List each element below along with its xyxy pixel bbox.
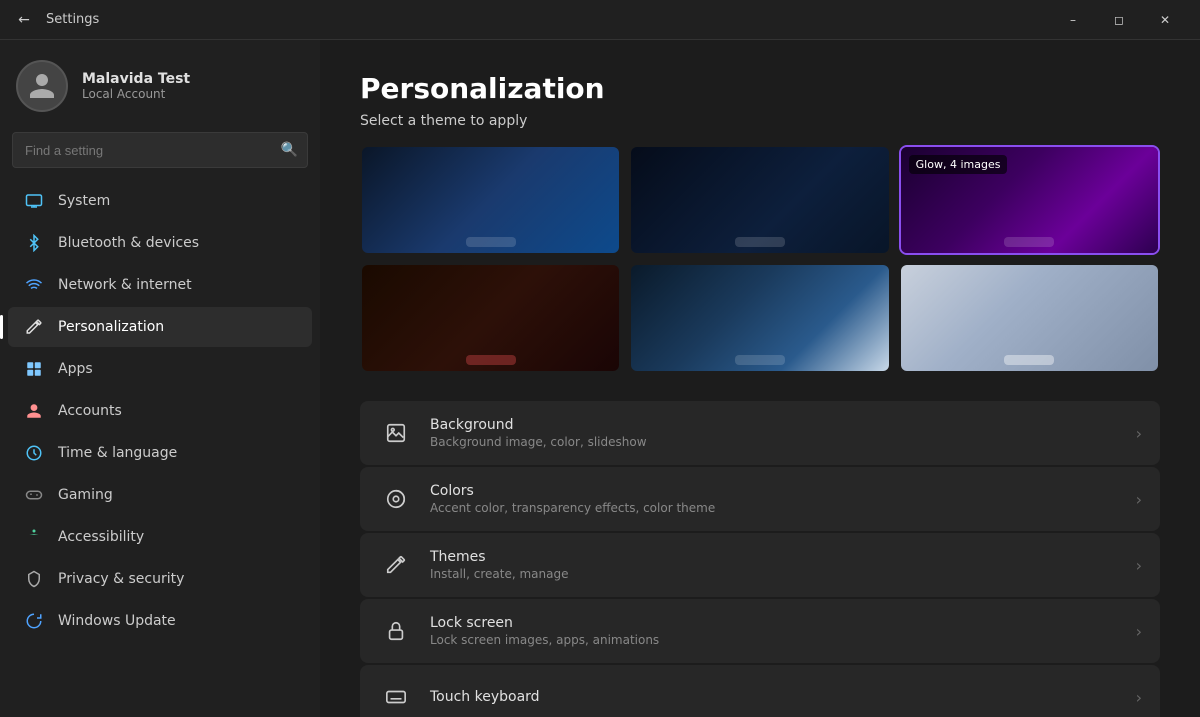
network-icon [24, 275, 44, 295]
sidebar-item-privacy[interactable]: Privacy & security [8, 559, 312, 599]
settings-item-background[interactable]: Background Background image, color, slid… [360, 401, 1160, 465]
app-title: Settings [46, 12, 99, 27]
touchkeyboard-title: Touch keyboard [430, 689, 1136, 705]
user-section: Malavida Test Local Account [0, 40, 320, 128]
theme-section-label: Select a theme to apply [360, 113, 1160, 129]
sidebar-item-network[interactable]: Network & internet [8, 265, 312, 305]
search-input[interactable] [12, 132, 308, 168]
bluetooth-icon [24, 233, 44, 253]
window-controls: – ◻ ✕ [1050, 0, 1188, 40]
themes-text: Themes Install, create, manage [430, 549, 1136, 581]
background-icon [378, 415, 414, 451]
theme-taskbar-4 [466, 355, 516, 365]
sidebar-item-label-apps: Apps [58, 361, 93, 377]
accessibility-icon [24, 527, 44, 547]
theme-taskbar-3 [1004, 237, 1054, 247]
user-info: Malavida Test Local Account [82, 71, 190, 101]
sidebar-item-update[interactable]: Windows Update [8, 601, 312, 641]
sidebar-item-label-privacy: Privacy & security [58, 571, 184, 587]
theme-card-1[interactable] [360, 145, 621, 255]
sidebar-item-label-bluetooth: Bluetooth & devices [58, 235, 199, 251]
lockscreen-text: Lock screen Lock screen images, apps, an… [430, 615, 1136, 647]
user-icon [27, 71, 57, 101]
main-layout: Malavida Test Local Account 🔍 System Blu… [0, 40, 1200, 717]
theme-taskbar-5 [735, 355, 785, 365]
background-title: Background [430, 417, 1136, 433]
personalization-icon [24, 317, 44, 337]
sidebar-item-accessibility[interactable]: Accessibility [8, 517, 312, 557]
content-area: Personalization Select a theme to apply … [320, 40, 1200, 717]
theme-card-6[interactable] [899, 263, 1160, 373]
touchkeyboard-icon [378, 679, 414, 715]
themes-chevron: › [1136, 556, 1142, 575]
sidebar-item-bluetooth[interactable]: Bluetooth & devices [8, 223, 312, 263]
theme-card-4[interactable] [360, 263, 621, 373]
update-icon [24, 611, 44, 631]
colors-chevron: › [1136, 490, 1142, 509]
maximize-button[interactable]: ◻ [1096, 0, 1142, 40]
sidebar-item-accounts[interactable]: Accounts [8, 391, 312, 431]
sidebar-item-system[interactable]: System [8, 181, 312, 221]
settings-item-themes[interactable]: Themes Install, create, manage › [360, 533, 1160, 597]
settings-item-colors[interactable]: Colors Accent color, transparency effect… [360, 467, 1160, 531]
lockscreen-sub: Lock screen images, apps, animations [430, 633, 1136, 647]
settings-list: Background Background image, color, slid… [360, 401, 1160, 717]
gaming-icon [24, 485, 44, 505]
colors-text: Colors Accent color, transparency effect… [430, 483, 1136, 515]
avatar [16, 60, 68, 112]
background-chevron: › [1136, 424, 1142, 443]
user-subtitle: Local Account [82, 87, 190, 101]
sidebar-item-label-update: Windows Update [58, 613, 176, 629]
lockscreen-icon [378, 613, 414, 649]
themes-title: Themes [430, 549, 1136, 565]
sidebar-item-label-accessibility: Accessibility [58, 529, 144, 545]
apps-icon [24, 359, 44, 379]
colors-icon [378, 481, 414, 517]
settings-item-lockscreen[interactable]: Lock screen Lock screen images, apps, an… [360, 599, 1160, 663]
sidebar-item-personalization[interactable]: Personalization [8, 307, 312, 347]
privacy-icon [24, 569, 44, 589]
system-icon [24, 191, 44, 211]
theme-card-5[interactable] [629, 263, 890, 373]
sidebar-item-label-gaming: Gaming [58, 487, 113, 503]
sidebar: Malavida Test Local Account 🔍 System Blu… [0, 40, 320, 717]
sidebar-item-gaming[interactable]: Gaming [8, 475, 312, 515]
background-sub: Background image, color, slideshow [430, 435, 1136, 449]
page-title: Personalization [360, 72, 1160, 105]
theme-label-3: Glow, 4 images [909, 155, 1008, 174]
sidebar-item-label-network: Network & internet [58, 277, 192, 293]
lockscreen-chevron: › [1136, 622, 1142, 641]
sidebar-item-label-accounts: Accounts [58, 403, 122, 419]
colors-title: Colors [430, 483, 1136, 499]
time-icon [24, 443, 44, 463]
search-box: 🔍 [12, 132, 308, 168]
theme-taskbar-1 [466, 237, 516, 247]
lockscreen-title: Lock screen [430, 615, 1136, 631]
title-bar: ← Settings – ◻ ✕ [0, 0, 1200, 40]
theme-taskbar-2 [735, 237, 785, 247]
back-button[interactable]: ← [12, 8, 36, 32]
theme-card-2[interactable] [629, 145, 890, 255]
theme-card-3[interactable]: Glow, 4 images [899, 145, 1160, 255]
title-bar-left: ← Settings [12, 8, 1050, 32]
close-button[interactable]: ✕ [1142, 0, 1188, 40]
sidebar-item-apps[interactable]: Apps [8, 349, 312, 389]
themes-sub: Install, create, manage [430, 567, 1136, 581]
background-text: Background Background image, color, slid… [430, 417, 1136, 449]
themes-icon [378, 547, 414, 583]
theme-grid: Glow, 4 images [360, 145, 1160, 373]
touchkeyboard-text: Touch keyboard [430, 689, 1136, 705]
sidebar-item-label-time: Time & language [58, 445, 177, 461]
sidebar-item-label-system: System [58, 193, 110, 209]
colors-sub: Accent color, transparency effects, colo… [430, 501, 1136, 515]
touchkeyboard-chevron: › [1136, 688, 1142, 707]
sidebar-item-time[interactable]: Time & language [8, 433, 312, 473]
theme-taskbar-6 [1004, 355, 1054, 365]
settings-item-touchkeyboard[interactable]: Touch keyboard › [360, 665, 1160, 717]
minimize-button[interactable]: – [1050, 0, 1096, 40]
user-name: Malavida Test [82, 71, 190, 87]
sidebar-item-label-personalization: Personalization [58, 319, 164, 335]
accounts-icon [24, 401, 44, 421]
